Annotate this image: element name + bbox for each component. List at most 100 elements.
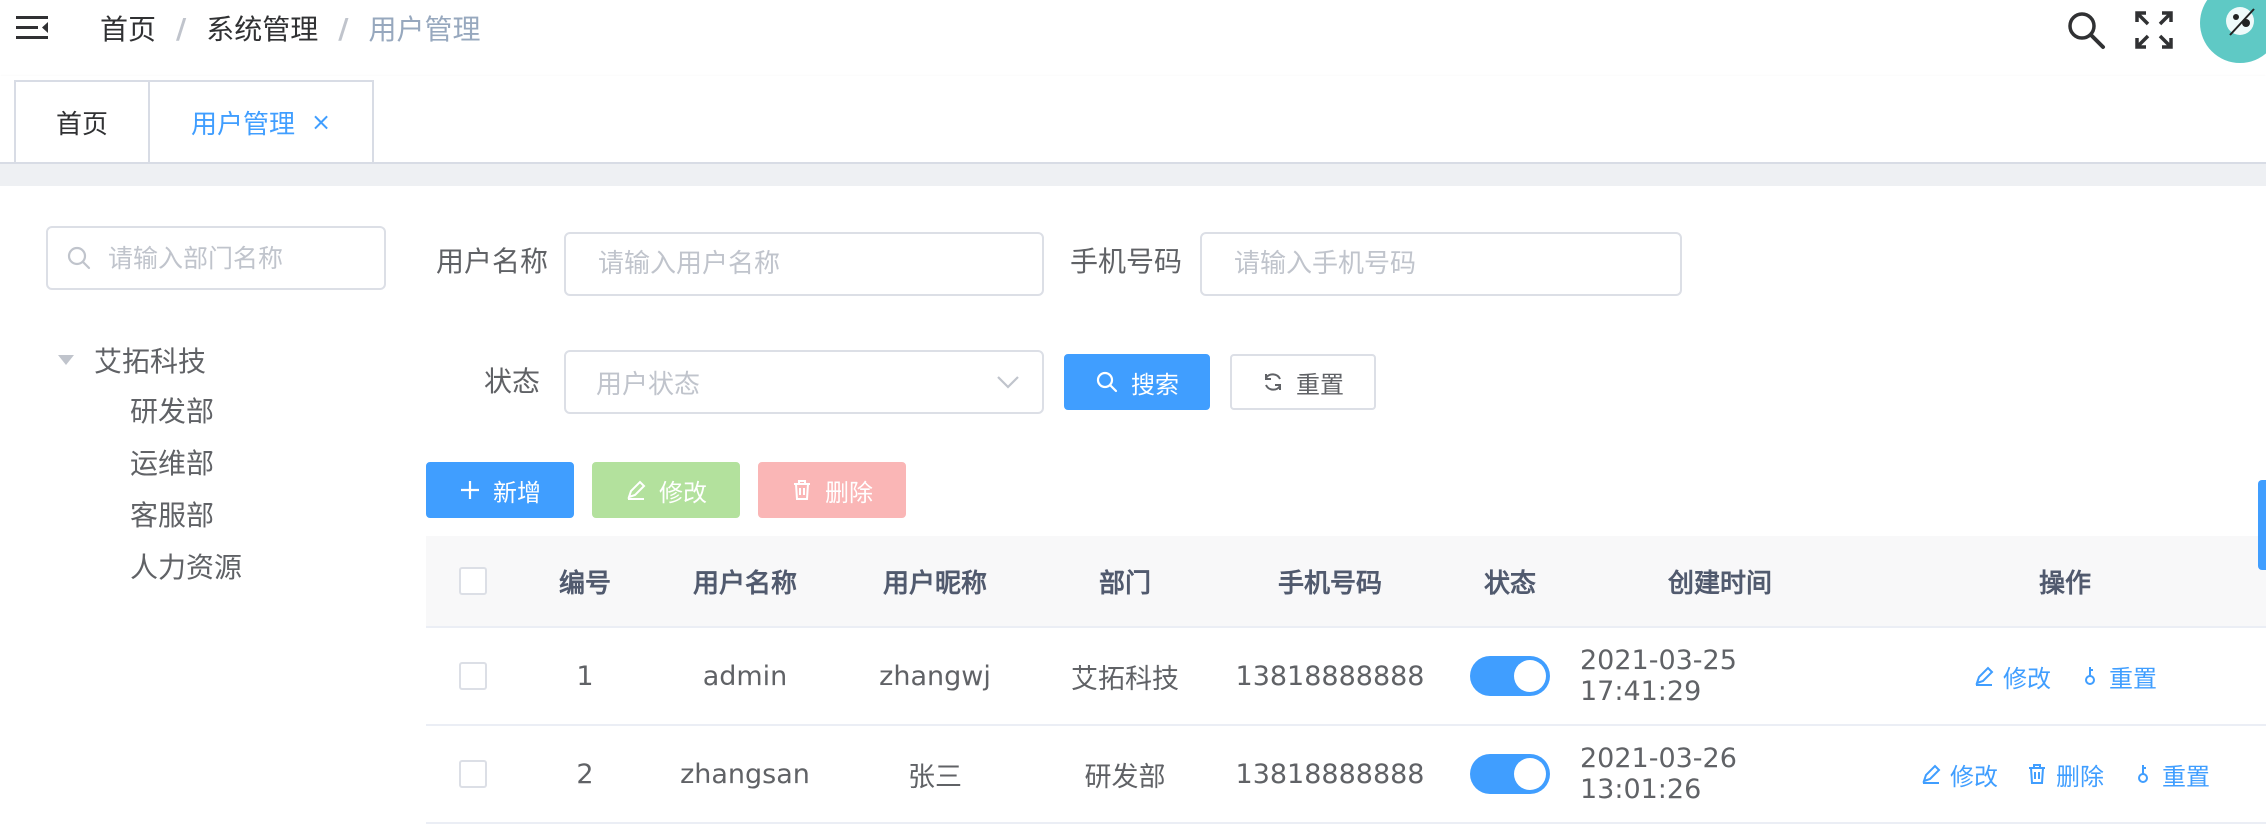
row-checkbox[interactable] <box>459 760 487 788</box>
breadcrumb: 首页 / 系统管理 / 用户管理 <box>100 8 481 48</box>
breadcrumb-current: 用户管理 <box>368 13 481 46</box>
row-reset-label: 重置 <box>2162 762 2210 791</box>
key-icon <box>2138 765 2148 783</box>
table-row: 1 admin zhangwj 艾拓科技 13818888888 2021-03… <box>426 628 2266 726</box>
key-icon <box>2085 667 2095 685</box>
cell-nickname: 张三 <box>908 761 962 793</box>
row-edit-link[interactable]: 修改 <box>1920 757 1998 792</box>
row-reset-link[interactable]: 重置 <box>2132 757 2210 792</box>
username-field[interactable] <box>564 232 1044 296</box>
reset-button-label: 重置 <box>1296 370 1344 399</box>
row-reset-link[interactable]: 重置 <box>2079 659 2157 694</box>
tag-active-label: 用户管理 <box>190 109 295 140</box>
avatar[interactable] <box>2200 0 2266 63</box>
row-delete-label: 删除 <box>2056 762 2104 791</box>
row-select-cell <box>426 628 520 724</box>
status-select[interactable]: 用户状态 <box>564 350 1044 414</box>
table-header: 编号 用户名称 用户昵称 部门 手机号码 状态 创建时间 操作 <box>426 536 2266 628</box>
header-actions: 操作 <box>2038 568 2091 599</box>
tree-node-dept[interactable]: 运维部 <box>58 438 242 490</box>
header-phone: 手机号码 <box>1277 568 1382 599</box>
navbar-right <box>2064 0 2266 63</box>
delete-button[interactable]: 删除 <box>758 462 906 518</box>
tag-home-label: 首页 <box>55 109 108 140</box>
username-label: 用户名称 <box>435 245 548 278</box>
header-id: 编号 <box>558 568 611 599</box>
breadcrumb-separator: / <box>338 11 349 45</box>
cell-id: 1 <box>576 660 594 692</box>
caret-down-icon[interactable] <box>58 355 74 365</box>
cell-created: 2021-03-26 13:01:26 <box>1580 743 1737 805</box>
row-edit-label: 修改 <box>1950 762 1998 791</box>
cell-dept: 艾拓科技 <box>1071 663 1179 695</box>
row-delete-link[interactable]: 删除 <box>2026 757 2104 792</box>
tree-node-dept[interactable]: 研发部 <box>58 386 242 438</box>
breadcrumb-system: 系统管理 <box>206 13 319 46</box>
status-label: 状态 <box>483 365 540 398</box>
close-icon[interactable]: × <box>311 108 331 136</box>
row-checkbox[interactable] <box>459 662 487 690</box>
breadcrumb-home[interactable]: 首页 <box>100 8 156 48</box>
reset-button[interactable]: 重置 <box>1230 354 1376 410</box>
add-button[interactable]: 新增 <box>426 462 574 518</box>
row-select-cell <box>426 726 520 822</box>
cell-nickname: zhangwj <box>879 660 991 692</box>
user-table: 编号 用户名称 用户昵称 部门 手机号码 状态 创建时间 操作 1 admin … <box>426 536 2266 824</box>
header-dept: 部门 <box>1098 568 1151 599</box>
search-button[interactable]: 搜索 <box>1064 354 1210 410</box>
add-button-label: 新增 <box>493 478 541 507</box>
header-created: 创建时间 <box>1667 568 1772 599</box>
refresh-icon <box>1262 371 1284 393</box>
status-cell <box>1440 726 1580 822</box>
status-switch[interactable] <box>1470 754 1550 794</box>
hamburger-icon[interactable] <box>14 12 54 46</box>
row-edit-label: 修改 <box>2003 664 2051 693</box>
row-edit-link[interactable]: 修改 <box>1973 659 2051 694</box>
tag-user-management[interactable]: 用户管理 × <box>148 80 374 162</box>
plus-icon <box>459 479 481 501</box>
chevron-down-icon <box>997 376 1019 389</box>
status-cell <box>1440 628 1580 724</box>
delete-button-label: 删除 <box>825 478 873 507</box>
tags-view: 首页 用户管理 × <box>0 76 2266 164</box>
row-reset-label: 重置 <box>2109 664 2157 693</box>
select-all-checkbox[interactable] <box>459 567 487 595</box>
status-switch[interactable] <box>1470 656 1550 696</box>
cell-dept: 研发部 <box>1084 761 1166 793</box>
actions-cell: 修改 删除 重置 <box>1860 726 2266 822</box>
search-icon <box>67 246 91 270</box>
edit-button[interactable]: 修改 <box>592 462 740 518</box>
dept-search-field[interactable] <box>46 226 386 290</box>
breadcrumb-separator: / <box>176 11 187 45</box>
phone-field[interactable] <box>1200 232 1682 296</box>
tree-node-label: 艾拓科技 <box>94 345 207 378</box>
right-panel-toggle[interactable] <box>2258 480 2266 570</box>
header-nickname: 用户昵称 <box>882 568 987 599</box>
status-select-placeholder: 用户状态 <box>596 369 701 400</box>
fullscreen-icon[interactable] <box>2132 8 2176 52</box>
select-all-cell <box>426 536 520 626</box>
edit-icon <box>625 479 647 501</box>
tree-node-dept[interactable]: 客服部 <box>58 490 242 542</box>
edit-button-label: 修改 <box>659 478 707 507</box>
search-button-label: 搜索 <box>1131 370 1179 399</box>
tree-node-root[interactable]: 艾拓科技 <box>58 334 242 386</box>
search-icon[interactable] <box>2064 8 2108 52</box>
edit-icon <box>1975 666 1994 686</box>
cell-username: zhangsan <box>680 758 810 790</box>
phone-label: 手机号码 <box>1069 245 1182 278</box>
cell-phone: 13818888888 <box>1235 660 1425 692</box>
trash-icon <box>791 479 813 501</box>
tree-node-dept[interactable]: 人力资源 <box>58 542 242 594</box>
tag-home[interactable]: 首页 <box>14 80 150 162</box>
dept-search-input[interactable] <box>108 243 368 273</box>
navbar: 首页 / 系统管理 / 用户管理 <box>0 0 2266 76</box>
username-input[interactable] <box>598 249 998 279</box>
cell-id: 2 <box>576 758 594 790</box>
phone-input[interactable] <box>1234 249 1636 279</box>
dept-tree: 艾拓科技 研发部 运维部 客服部 人力资源 <box>58 334 242 594</box>
header-status: 状态 <box>1483 568 1536 599</box>
cell-phone: 13818888888 <box>1235 758 1425 790</box>
search-icon <box>1095 370 1119 394</box>
trash-icon <box>2029 764 2045 784</box>
